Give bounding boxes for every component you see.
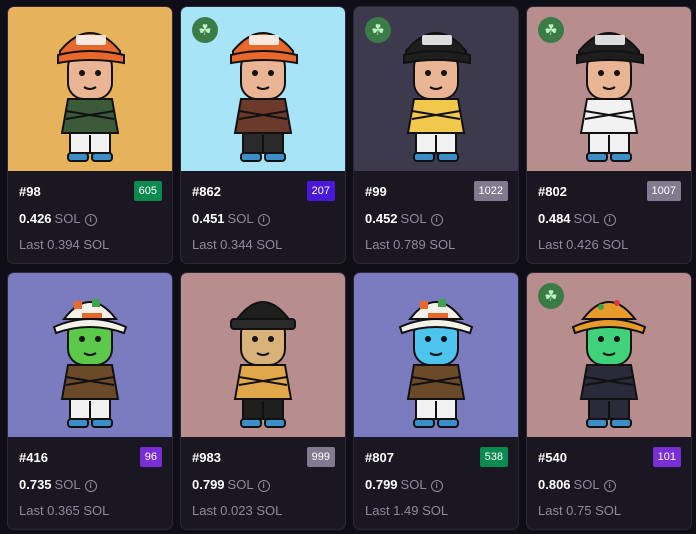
info-icon[interactable]: i bbox=[84, 214, 97, 226]
price-unit: SOL bbox=[54, 477, 81, 492]
price-value: 0.452 bbox=[365, 211, 398, 226]
price-value: 0.735 bbox=[19, 477, 52, 492]
character-illustration bbox=[230, 301, 296, 428]
nft-info: #98 605 0.426 SOL i Last 0.394 SOL bbox=[8, 171, 172, 263]
price-unit: SOL bbox=[227, 211, 254, 226]
last-sale: Last 0.023 SOL bbox=[192, 503, 283, 518]
nft-card[interactable]: ☘ #862 207 0.451 SOL i Last 0.344 SOL bbox=[180, 6, 346, 264]
price-unit: SOL bbox=[227, 477, 254, 492]
info-icon[interactable]: i bbox=[84, 480, 97, 492]
clover-badge-icon: ☘ bbox=[192, 17, 218, 43]
nft-artwork[interactable] bbox=[8, 273, 172, 437]
nft-card[interactable]: ☘ #99 1022 0.452 SOL i Last 0.789 SOL bbox=[353, 6, 519, 264]
nft-card[interactable]: #983 999 0.799 SOL i Last 0.023 SOL bbox=[180, 272, 346, 530]
token-id: #983 bbox=[192, 450, 221, 465]
price: 0.735 SOL i bbox=[19, 477, 97, 492]
last-sale: Last 1.49 SOL bbox=[365, 503, 449, 518]
character-illustration bbox=[57, 32, 125, 162]
info-icon[interactable]: i bbox=[603, 214, 616, 226]
token-id: #99 bbox=[365, 184, 387, 199]
nft-info: #540 101 0.806 SOL i Last 0.75 SOL bbox=[527, 437, 691, 529]
rarity-rank-badge: 96 bbox=[139, 447, 162, 467]
info-icon[interactable]: i bbox=[430, 480, 443, 492]
last-sale: Last 0.394 SOL bbox=[19, 237, 110, 252]
nft-artwork[interactable] bbox=[181, 273, 345, 437]
info-icon[interactable]: i bbox=[257, 480, 270, 492]
price-value: 0.451 bbox=[192, 211, 225, 226]
nft-info: #802 1007 0.484 SOL i Last 0.426 SOL bbox=[527, 171, 691, 263]
rarity-rank-badge: 999 bbox=[306, 447, 335, 467]
nft-info: #862 207 0.451 SOL i Last 0.344 SOL bbox=[181, 171, 345, 263]
rarity-rank-badge: 1022 bbox=[473, 181, 508, 201]
price-unit: SOL bbox=[400, 211, 427, 226]
token-id: #98 bbox=[19, 184, 41, 199]
clover-badge-icon: ☘ bbox=[365, 17, 391, 43]
character-illustration bbox=[52, 299, 128, 428]
character-illustration bbox=[398, 299, 474, 428]
rarity-rank-badge: 538 bbox=[479, 447, 508, 467]
token-id: #807 bbox=[365, 450, 394, 465]
nft-info: #99 1022 0.452 SOL i Last 0.789 SOL bbox=[354, 171, 518, 263]
price-value: 0.799 bbox=[192, 477, 225, 492]
price: 0.452 SOL i bbox=[365, 211, 443, 226]
price: 0.451 SOL i bbox=[192, 211, 270, 226]
nft-artwork[interactable] bbox=[8, 7, 172, 171]
nft-artwork[interactable]: ☘ bbox=[527, 273, 691, 437]
rarity-rank-badge: 207 bbox=[306, 181, 335, 201]
price: 0.426 SOL i bbox=[19, 211, 97, 226]
last-sale: Last 0.75 SOL bbox=[538, 503, 622, 518]
nft-artwork[interactable]: ☘ bbox=[354, 7, 518, 171]
price: 0.799 SOL i bbox=[365, 477, 443, 492]
last-sale: Last 0.344 SOL bbox=[192, 237, 283, 252]
rarity-rank-badge: 1007 bbox=[646, 181, 681, 201]
nft-artwork[interactable]: ☘ bbox=[527, 7, 691, 171]
rarity-rank-badge: 605 bbox=[133, 181, 162, 201]
rarity-rank-badge: 101 bbox=[652, 447, 681, 467]
nft-info: #983 999 0.799 SOL i Last 0.023 SOL bbox=[181, 437, 345, 529]
last-sale: Last 0.365 SOL bbox=[19, 503, 110, 518]
nft-info: #807 538 0.799 SOL i Last 1.49 SOL bbox=[354, 437, 518, 529]
nft-card[interactable]: #98 605 0.426 SOL i Last 0.394 SOL bbox=[7, 6, 173, 264]
price: 0.484 SOL i bbox=[538, 211, 616, 226]
info-icon[interactable]: i bbox=[603, 480, 616, 492]
last-sale: Last 0.426 SOL bbox=[538, 237, 629, 252]
nft-artwork[interactable] bbox=[354, 273, 518, 437]
clover-badge-icon: ☘ bbox=[538, 17, 564, 43]
info-icon[interactable]: i bbox=[257, 214, 270, 226]
info-icon[interactable]: i bbox=[430, 214, 443, 226]
price-value: 0.426 bbox=[19, 211, 52, 226]
nft-card[interactable]: ☘ #540 101 0.806 SOL i Last 0.75 SOL bbox=[526, 272, 692, 530]
nft-card[interactable]: #807 538 0.799 SOL i Last 1.49 SOL bbox=[353, 272, 519, 530]
token-id: #862 bbox=[192, 184, 221, 199]
nft-info: #416 96 0.735 SOL i Last 0.365 SOL bbox=[8, 437, 172, 529]
nft-card[interactable]: ☘ #802 1007 0.484 SOL i Last 0.426 SOL bbox=[526, 6, 692, 264]
price: 0.806 SOL i bbox=[538, 477, 616, 492]
price-unit: SOL bbox=[400, 477, 427, 492]
price-value: 0.806 bbox=[538, 477, 571, 492]
token-id: #540 bbox=[538, 450, 567, 465]
last-sale: Last 0.789 SOL bbox=[365, 237, 456, 252]
nft-card[interactable]: #416 96 0.735 SOL i Last 0.365 SOL bbox=[7, 272, 173, 530]
token-id: #416 bbox=[19, 450, 48, 465]
price-unit: SOL bbox=[54, 211, 81, 226]
price: 0.799 SOL i bbox=[192, 477, 270, 492]
price-value: 0.484 bbox=[538, 211, 571, 226]
price-unit: SOL bbox=[573, 211, 600, 226]
token-id: #802 bbox=[538, 184, 567, 199]
nft-artwork[interactable]: ☘ bbox=[181, 7, 345, 171]
clover-badge-icon: ☘ bbox=[538, 283, 564, 309]
price-value: 0.799 bbox=[365, 477, 398, 492]
price-unit: SOL bbox=[573, 477, 600, 492]
nft-grid: #98 605 0.426 SOL i Last 0.394 SOL ☘ #862 … bbox=[0, 0, 696, 534]
